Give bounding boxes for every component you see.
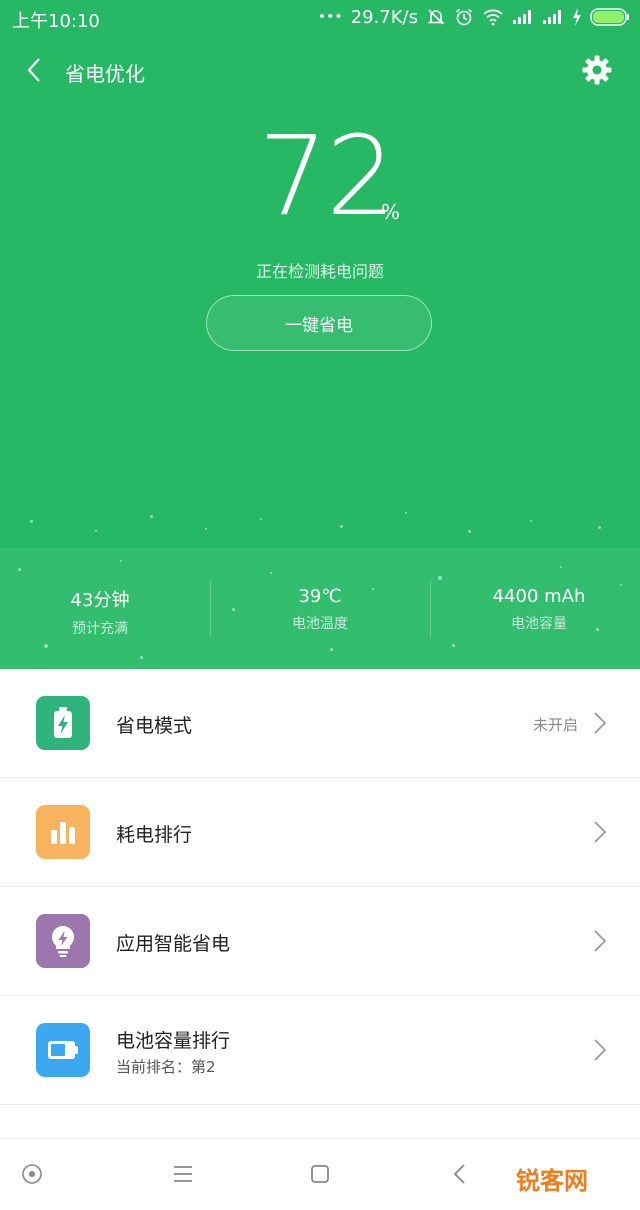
battery-bolt-icon bbox=[36, 696, 90, 750]
gear-icon[interactable] bbox=[579, 52, 615, 88]
lightbulb-bolt-icon bbox=[36, 914, 90, 968]
circle-dot-icon[interactable] bbox=[19, 1161, 45, 1187]
stat-value: 4400 mAh bbox=[492, 586, 586, 607]
menu-item-power-saving-mode[interactable]: 省电模式 未开启 bbox=[0, 669, 640, 778]
menu-item-title: 电池容量排行 bbox=[116, 1030, 231, 1052]
stat-charge-time: 43分钟 预计充满 bbox=[0, 586, 200, 638]
home-square-icon[interactable] bbox=[307, 1161, 333, 1187]
menu-item-title: 省电模式 bbox=[116, 715, 193, 737]
detect-status-text: 正在检测耗电问题 bbox=[255, 262, 384, 281]
signal-icon-2 bbox=[543, 10, 561, 24]
stat-divider bbox=[210, 580, 211, 638]
stat-label: 电池容量 bbox=[511, 616, 567, 632]
menu-icon[interactable] bbox=[170, 1161, 196, 1187]
battery-icon bbox=[36, 1023, 90, 1077]
menu-list: 省电模式 未开启 耗电排行 应用智能省电 电池容量排行 当前排名：第2 bbox=[0, 669, 640, 1105]
menu-item-title: 应用智能省电 bbox=[116, 933, 231, 955]
status-bar: 上午10:10 ••• 29.7K/s bbox=[0, 0, 640, 34]
battery-status-icon bbox=[590, 8, 629, 26]
back-triangle-icon[interactable] bbox=[447, 1161, 473, 1187]
hero-panel: 上午10:10 ••• 29.7K/s 省电优化 72 % 正在检测耗电问题 一… bbox=[0, 0, 640, 550]
title-bar: 省电优化 bbox=[0, 44, 640, 96]
chevron-right-icon bbox=[594, 930, 607, 952]
chevron-right-icon bbox=[594, 712, 607, 734]
mute-bell-icon bbox=[427, 9, 445, 25]
stat-divider bbox=[430, 580, 431, 638]
stat-label: 预计充满 bbox=[72, 621, 128, 637]
watermark-logo: 锐客网 bbox=[516, 1167, 588, 1195]
battery-stats-panel: 43分钟 预计充满 39℃ 电池温度 4400 mAh 电池容量 bbox=[0, 548, 640, 669]
status-dots: ••• bbox=[317, 9, 343, 25]
stat-temperature: 39℃ 电池温度 bbox=[220, 586, 420, 633]
wifi-icon bbox=[483, 9, 503, 26]
status-time: 上午10:10 bbox=[12, 11, 100, 32]
alarm-icon bbox=[455, 8, 473, 26]
chevron-right-icon bbox=[594, 821, 607, 843]
signal-icon-1 bbox=[513, 10, 531, 24]
page-title: 省电优化 bbox=[65, 62, 145, 86]
bar-chart-icon bbox=[36, 805, 90, 859]
stat-value: 39℃ bbox=[298, 586, 342, 607]
status-icons: ••• 29.7K/s bbox=[318, 5, 630, 29]
menu-item-title: 耗电排行 bbox=[116, 824, 193, 846]
menu-item-status: 未开启 bbox=[532, 716, 578, 734]
one-key-save-button[interactable]: 一键省电 bbox=[206, 295, 432, 351]
percent-unit: % bbox=[381, 200, 401, 224]
menu-item-subtitle: 当前排名：第2 bbox=[116, 1058, 216, 1076]
stat-capacity: 4400 mAh 电池容量 bbox=[439, 586, 639, 633]
battery-percent: 72 bbox=[258, 112, 396, 240]
net-speed: 29.7K/s bbox=[350, 6, 418, 28]
menu-item-power-ranking[interactable]: 耗电排行 bbox=[0, 778, 640, 887]
menu-item-smart-app-saving[interactable]: 应用智能省电 bbox=[0, 887, 640, 996]
menu-item-battery-capacity-ranking[interactable]: 电池容量排行 当前排名：第2 bbox=[0, 996, 640, 1105]
stat-value: 43分钟 bbox=[70, 590, 130, 611]
chevron-left-icon[interactable] bbox=[18, 52, 54, 88]
chevron-right-icon bbox=[594, 1039, 607, 1061]
stat-label: 电池温度 bbox=[292, 616, 348, 632]
charging-bolt-icon bbox=[573, 8, 581, 26]
